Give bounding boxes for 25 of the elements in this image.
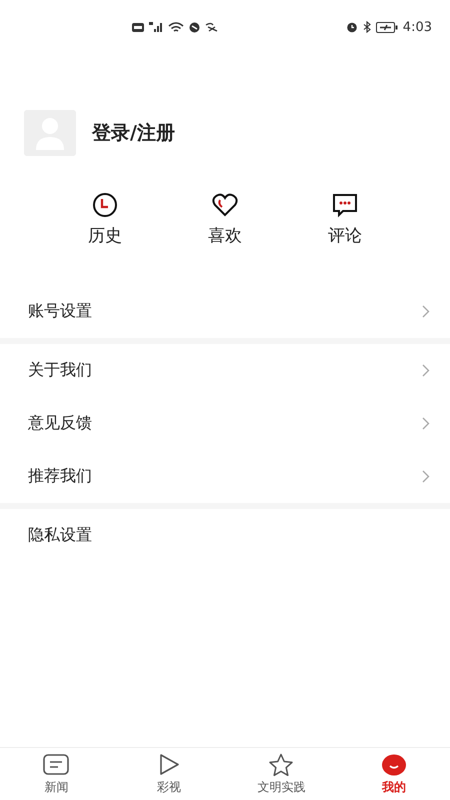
shortcut-button[interactable]: 喜欢	[165, 192, 285, 247]
menu-item[interactable]: 隐私设置	[0, 509, 450, 562]
clock-icon	[92, 192, 118, 218]
menu-item[interactable]: 推荐我们	[0, 450, 450, 503]
battery-icon	[376, 22, 398, 32]
alarm-icon	[346, 21, 358, 33]
wifi-icon	[168, 22, 184, 32]
tab-item[interactable]: 彩视	[112, 748, 225, 800]
star-icon	[268, 752, 294, 776]
tab-item[interactable]: 文明实践	[225, 748, 338, 800]
shortcut-button[interactable]: 历史	[45, 192, 165, 247]
menu-item[interactable]: 关于我们	[0, 344, 450, 397]
tab-item[interactable]: 我的	[338, 748, 450, 800]
tab-item[interactable]: 新闻	[0, 748, 112, 800]
shortcut-button[interactable]: 评论	[285, 192, 405, 247]
clock-time: 4:03	[402, 20, 432, 34]
face-icon	[380, 752, 407, 776]
bluetooth-icon	[362, 21, 371, 33]
comment-icon	[332, 192, 358, 218]
heart-icon	[212, 192, 238, 218]
signal-icon	[149, 22, 163, 32]
menu-item[interactable]: 意见反馈	[0, 397, 450, 450]
login-link[interactable]: 登录/注册	[92, 120, 175, 146]
menu-item[interactable]: 账号设置	[0, 285, 450, 338]
news-icon	[43, 752, 70, 776]
